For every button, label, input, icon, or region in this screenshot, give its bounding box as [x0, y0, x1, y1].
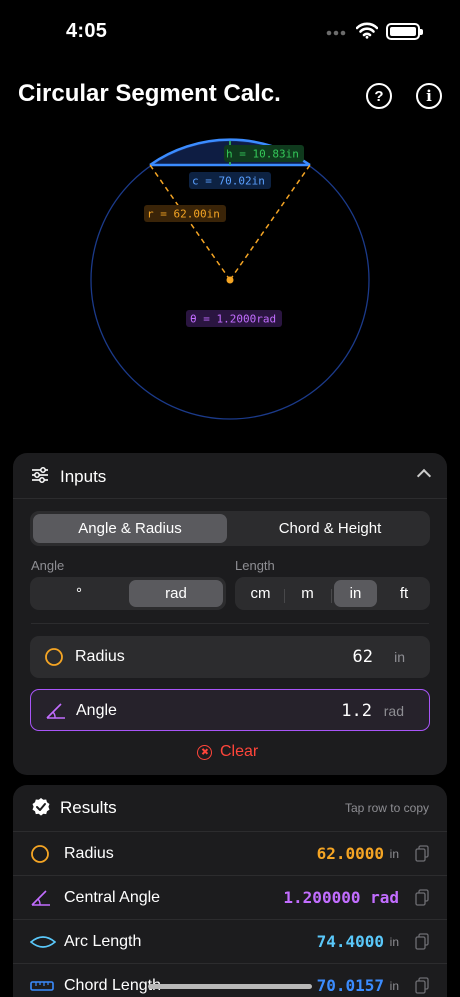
result-label: Arc Length [64, 933, 142, 950]
wifi-icon [356, 22, 378, 39]
angle-unit-selector: ° rad [30, 577, 226, 610]
results-hint: Tap row to copy [344, 801, 429, 815]
circle-icon [45, 648, 63, 666]
divider [31, 623, 429, 624]
help-button[interactable]: ? [366, 83, 392, 109]
result-row-central-angle[interactable]: Central Angle 1.200000 rad [13, 875, 447, 919]
copy-icon[interactable] [415, 889, 429, 906]
inputs-title: Inputs [60, 467, 107, 486]
signal-icon [326, 30, 346, 36]
result-value: 62.0000 [316, 844, 384, 863]
angle-field[interactable]: Angle 1.2 rad [30, 689, 430, 731]
lens-icon [30, 936, 56, 948]
segment-diagram: h = 10.83in c = 70.02in r = 62.00in θ = … [90, 138, 370, 420]
length-unit-label: Length [235, 558, 275, 573]
length-unit-ft[interactable]: ft [381, 580, 427, 607]
result-unit: in [389, 847, 399, 861]
chevron-up-icon[interactable] [416, 468, 432, 484]
results-title: Results [60, 798, 117, 817]
radius-input[interactable]: 62 [353, 647, 373, 667]
ruler-icon [30, 981, 54, 991]
home-indicator[interactable] [148, 984, 312, 989]
copy-icon[interactable] [415, 933, 429, 950]
clear-label: Clear [220, 743, 259, 760]
angle-unit: rad [383, 703, 404, 719]
length-unit-in[interactable]: in [334, 580, 377, 607]
circle-icon [31, 845, 49, 863]
angle-icon [31, 890, 50, 906]
length-unit-cm[interactable]: cm [238, 580, 283, 607]
radius-unit: in [394, 649, 405, 665]
angle-input[interactable]: 1.2 [341, 701, 372, 721]
inputs-header[interactable]: Inputs [13, 453, 447, 499]
angle-unit-rad[interactable]: rad [129, 580, 223, 607]
result-row-arc-length[interactable]: Arc Length 74.4000 in [13, 919, 447, 963]
result-label: Chord Length [64, 977, 161, 994]
inputs-panel: Inputs Angle & Radius Chord & Height Ang… [13, 453, 447, 775]
radius-field[interactable]: Radius 62 in [30, 636, 430, 678]
mode-selector: Angle & Radius Chord & Height [30, 511, 430, 546]
result-unit: in [389, 935, 399, 949]
status-bar: 4:05 [0, 0, 460, 60]
page-title: Circular Segment Calc. [18, 80, 281, 107]
result-label: Central Angle [64, 889, 161, 906]
center-point [226, 276, 234, 284]
result-unit: in [389, 979, 399, 993]
chord-label: c = 70.02in [192, 175, 265, 188]
result-value: 70.0157 [316, 976, 384, 995]
info-button[interactable]: i [416, 83, 442, 109]
result-label: Radius [64, 845, 114, 862]
length-unit-m[interactable]: m [285, 580, 330, 607]
clear-button[interactable]: Clear [197, 743, 258, 761]
tab-chord-height[interactable]: Chord & Height [233, 514, 427, 543]
question-icon: ? [374, 87, 384, 105]
copy-icon[interactable] [415, 845, 429, 862]
angle-unit-label: Angle [31, 558, 65, 573]
results-panel: Results Tap row to copy Radius 62.0000 i… [13, 785, 447, 997]
copy-icon[interactable] [415, 977, 429, 994]
separator [331, 589, 332, 603]
result-row-chord-length[interactable]: Chord Length 70.0157 in [13, 963, 447, 997]
result-row-radius[interactable]: Radius 62.0000 in [13, 831, 447, 875]
length-unit-selector: cm m in ft [235, 577, 430, 610]
result-value: 74.4000 [316, 932, 384, 951]
angle-unit-degrees[interactable]: ° [33, 580, 125, 607]
info-icon: i [426, 86, 432, 105]
battery-icon [386, 23, 423, 40]
result-value: 1.200000 rad [283, 888, 399, 907]
status-time: 4:05 [66, 20, 108, 42]
angle-label: θ = 1.2000rad [190, 313, 276, 326]
tab-angle-radius[interactable]: Angle & Radius [33, 514, 227, 543]
clear-icon [197, 744, 212, 760]
height-label: h = 10.83in [226, 148, 299, 161]
angle-field-label: Angle [76, 702, 117, 719]
radius-field-label: Radius [75, 648, 125, 665]
checkmark-seal-icon [32, 798, 50, 816]
radius-label: r = 62.00in [147, 208, 220, 221]
sliders-icon [32, 467, 48, 483]
angle-icon [46, 703, 65, 719]
